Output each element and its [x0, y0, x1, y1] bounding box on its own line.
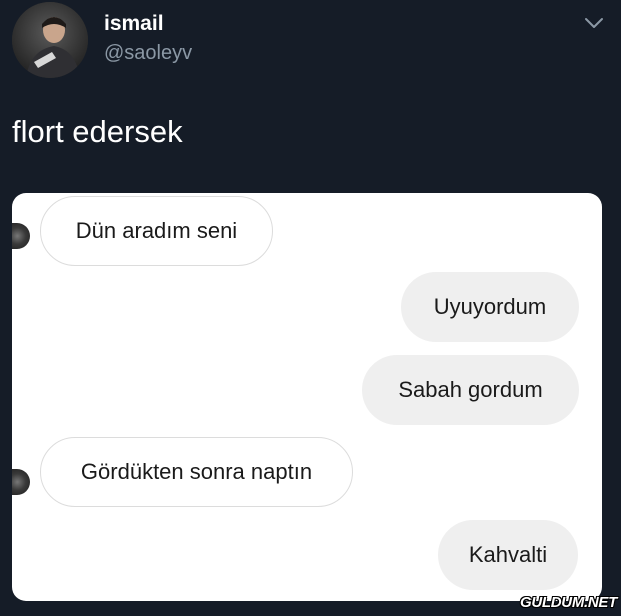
watermark: GULDUM.NET: [520, 594, 617, 611]
chat-bubble-incoming: Gördükten sonra naptın: [40, 437, 353, 507]
author-name[interactable]: ismail: [104, 12, 164, 36]
chat-bubble-outgoing: Uyuyordum: [401, 272, 579, 342]
author-handle[interactable]: @saoleyv: [104, 42, 192, 65]
tweet-avatar[interactable]: [12, 2, 88, 78]
tweet-text: flort edersek: [12, 114, 183, 149]
chat-bubble-incoming: Dün aradım seni: [40, 196, 273, 266]
chat-bubble-outgoing: Sabah gordum: [362, 355, 579, 425]
contact-avatar: [12, 469, 30, 495]
chat-screenshot: Dün aradım seni Uyuyordum Sabah gordum G…: [12, 193, 602, 601]
chevron-down-icon[interactable]: [584, 16, 604, 30]
contact-avatar: [12, 223, 30, 249]
avatar-photo: [12, 2, 88, 78]
chat-bubble-outgoing: Kahvalti: [438, 520, 578, 590]
